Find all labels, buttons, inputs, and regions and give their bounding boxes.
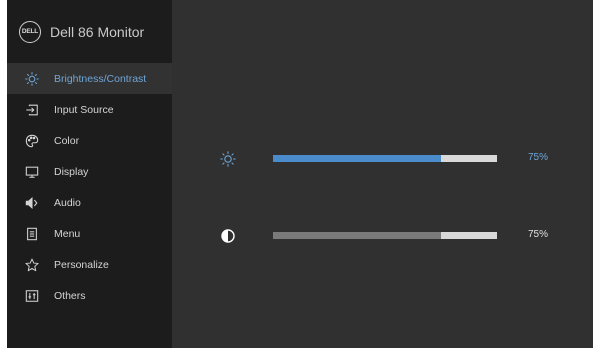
star-icon — [24, 257, 40, 273]
brightness-value: 75% — [528, 152, 549, 163]
sidebar: DELL Dell 86 Monitor Brightness/Contrast… — [7, 0, 172, 348]
contrast-value: 75% — [528, 229, 549, 240]
sidebar-item-label: Audio — [54, 196, 81, 209]
monitor-osd: DELL Dell 86 Monitor Brightness/Contrast… — [7, 0, 593, 348]
brightness-row: 75% — [172, 149, 593, 169]
sidebar-item-brightness-contrast[interactable]: Brightness/Contrast — [7, 63, 172, 94]
sidebar-item-label: Personalize — [54, 258, 109, 271]
monitor-title: Dell 86 Monitor — [50, 23, 145, 40]
brand-header: DELL Dell 86 Monitor — [7, 0, 172, 63]
contrast-slider-fill — [273, 232, 441, 239]
brightness-icon — [24, 71, 40, 87]
input-source-icon — [24, 102, 40, 118]
sidebar-item-menu[interactable]: Menu — [7, 218, 172, 249]
dell-logo: DELL — [19, 20, 41, 43]
brightness-icon — [220, 151, 236, 167]
sidebar-item-others[interactable]: Others — [7, 280, 172, 311]
sidebar-item-personalize[interactable]: Personalize — [7, 249, 172, 280]
brightness-slider-fill — [273, 155, 441, 162]
contrast-icon — [220, 228, 236, 244]
speaker-icon — [24, 195, 40, 211]
dell-logo-text: DELL — [21, 28, 39, 35]
others-icon — [24, 288, 40, 304]
sidebar-item-label: Others — [54, 289, 86, 302]
contrast-slider[interactable] — [273, 232, 497, 239]
sidebar-item-display[interactable]: Display — [7, 156, 172, 187]
sidebar-item-input-source[interactable]: Input Source — [7, 94, 172, 125]
display-icon — [24, 164, 40, 180]
settings-panel: 75% 75% — [172, 0, 593, 348]
color-palette-icon — [24, 133, 40, 149]
brightness-slider[interactable] — [273, 155, 497, 162]
contrast-row: 75% — [172, 226, 593, 246]
sidebar-item-color[interactable]: Color — [7, 125, 172, 156]
sidebar-menu: Brightness/Contrast Input Source Color D… — [7, 63, 172, 311]
sidebar-item-label: Input Source — [54, 103, 114, 116]
sidebar-item-audio[interactable]: Audio — [7, 187, 172, 218]
sidebar-item-label: Brightness/Contrast — [54, 72, 147, 85]
sidebar-item-label: Display — [54, 165, 89, 178]
menu-icon — [24, 226, 40, 242]
sidebar-item-label: Menu — [54, 227, 81, 240]
sidebar-item-label: Color — [54, 134, 80, 147]
